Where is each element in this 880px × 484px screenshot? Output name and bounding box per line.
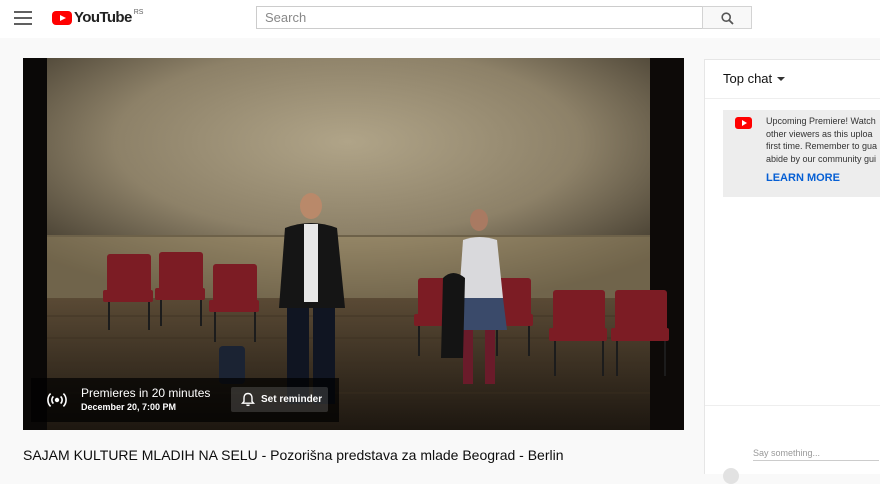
avatar <box>723 468 739 484</box>
country-code: RS <box>133 9 144 16</box>
search-button[interactable] <box>702 6 752 29</box>
broadcast-icon <box>47 393 67 407</box>
chat-input-area <box>705 405 880 484</box>
live-chat-panel: Top chat Upcoming Premiere! Watch other … <box>704 59 880 484</box>
notice-line: Upcoming Premiere! Watch <box>766 116 876 126</box>
premiere-title: Premieres in 20 minutes <box>81 386 211 400</box>
youtube-logo-icon <box>52 11 72 25</box>
search-icon <box>721 12 734 25</box>
video-player[interactable]: Premieres in 20 minutes December 20, 7:0… <box>23 58 684 430</box>
premiere-notice-text: Upcoming Premiere! Watch other viewers a… <box>766 115 880 165</box>
premiere-banner: Premieres in 20 minutes December 20, 7:0… <box>31 378 339 422</box>
youtube-icon <box>735 117 752 129</box>
chat-header: Top chat <box>705 60 880 99</box>
set-reminder-label: Set reminder <box>261 394 323 405</box>
premiere-date: December 20, 7:00 PM <box>81 402 177 412</box>
menu-icon[interactable] <box>14 11 32 25</box>
bell-icon <box>241 392 255 407</box>
top-chat-dropdown[interactable]: Top chat <box>723 71 772 86</box>
premiere-info: Premieres in 20 minutes December 20, 7:0… <box>81 386 210 414</box>
video-title: SAJAM KULTURE MLADIH NA SELU - Pozorišna… <box>23 447 564 463</box>
youtube-logo[interactable]: YouTube RS <box>52 9 144 28</box>
notice-line: abide by our community gui <box>766 153 877 164</box>
masthead: YouTube RS <box>0 0 880 38</box>
search-input[interactable] <box>257 7 702 28</box>
logo-text: YouTube <box>74 9 132 26</box>
search-box <box>256 6 702 29</box>
learn-more-link[interactable]: LEARN MORE <box>766 172 840 184</box>
chat-message-input[interactable] <box>753 446 879 461</box>
caret-down-icon[interactable] <box>777 77 785 81</box>
premiere-notice-card: Upcoming Premiere! Watch other viewers a… <box>723 110 880 197</box>
video-thumbnail <box>23 58 684 430</box>
set-reminder-button[interactable]: Set reminder <box>231 387 328 412</box>
notice-line: other viewers as this uploa <box>766 128 873 139</box>
notice-line: first time. Remember to gua <box>766 141 878 151</box>
